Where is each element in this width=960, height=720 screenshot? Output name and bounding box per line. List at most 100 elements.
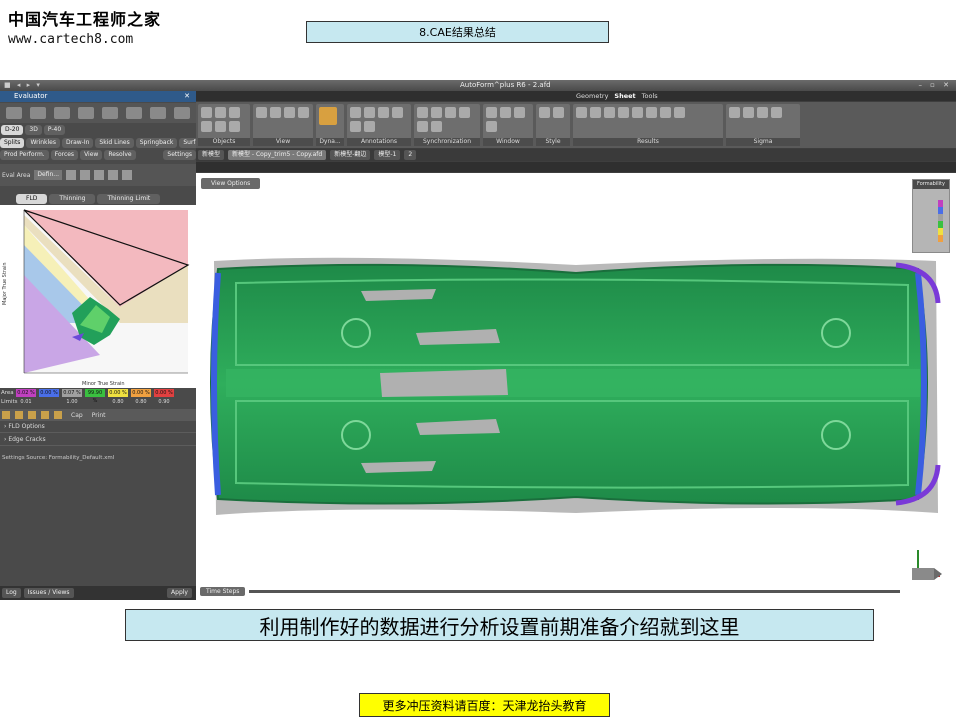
doc-tab[interactable]: 新模型-翻边: [330, 150, 371, 160]
fld-options-expander[interactable]: › FLD Options: [0, 421, 196, 433]
tool-icon[interactable]: [350, 121, 361, 132]
settings-button[interactable]: Settings: [163, 150, 196, 160]
tool-icon[interactable]: [445, 107, 456, 118]
tool-icon[interactable]: [771, 107, 782, 118]
tab-skid-lines[interactable]: Skid Lines: [95, 138, 134, 148]
tool-icon[interactable]: [431, 107, 442, 118]
3d-viewport[interactable]: View Options Formability Time Steps: [196, 173, 956, 600]
tab-prod-perform[interactable]: Prod Perform.: [0, 150, 49, 160]
time-steps-button[interactable]: Time Steps: [200, 586, 246, 596]
tool-icon[interactable]: [486, 107, 497, 118]
tool-icon[interactable]: [500, 107, 511, 118]
tab-draw-in[interactable]: Draw-In: [62, 138, 94, 148]
tab-tools[interactable]: Tools: [642, 92, 658, 100]
tab-forces[interactable]: Forces: [50, 150, 79, 160]
tool-icon[interactable]: [417, 107, 428, 118]
close-icon[interactable]: ✕: [184, 91, 190, 102]
tab-springback[interactable]: Springback: [135, 138, 178, 148]
tool-icon[interactable]: [646, 107, 657, 118]
tool-icon[interactable]: [54, 411, 62, 419]
cap-button[interactable]: Cap: [71, 412, 83, 419]
tool-icon[interactable]: [378, 107, 389, 118]
tab-p40[interactable]: P-40: [43, 125, 66, 135]
tab-fld[interactable]: FLD: [16, 194, 48, 204]
tool-icon[interactable]: [757, 107, 768, 118]
tool-icon[interactable]: [459, 107, 470, 118]
result-legend[interactable]: Formability: [912, 179, 950, 253]
tab-view[interactable]: View: [80, 150, 103, 160]
apply-button[interactable]: Apply: [167, 588, 192, 598]
tool-icon[interactable]: [284, 107, 295, 118]
tool-icon[interactable]: [392, 107, 403, 118]
dyna-icon[interactable]: [319, 107, 337, 125]
tool-icon[interactable]: [364, 107, 375, 118]
tool-icon[interactable]: [54, 107, 70, 119]
tool-icon[interactable]: [229, 107, 240, 118]
tab-geometry[interactable]: Geometry: [576, 92, 608, 100]
tool-icon[interactable]: [256, 107, 267, 118]
tool-icon[interactable]: [660, 107, 671, 118]
tool-icon[interactable]: [174, 107, 190, 119]
tool-icon[interactable]: [126, 107, 142, 119]
tool-icon[interactable]: [590, 107, 601, 118]
tab-wrinkles[interactable]: Wrinkles: [26, 138, 60, 148]
tool-icon[interactable]: [298, 107, 309, 118]
tool-icon[interactable]: [15, 411, 23, 419]
window-controls[interactable]: – ▫ ✕: [918, 81, 952, 89]
tool-icon[interactable]: [514, 107, 525, 118]
tool-icon[interactable]: [2, 411, 10, 419]
eval-icon[interactable]: [94, 170, 105, 180]
tool-icon[interactable]: [632, 107, 643, 118]
tool-icon[interactable]: [539, 107, 550, 118]
tool-icon[interactable]: [350, 107, 361, 118]
tool-icon[interactable]: [30, 107, 46, 119]
tool-icon[interactable]: [6, 107, 22, 119]
tool-icon[interactable]: [201, 107, 212, 118]
tool-icon[interactable]: [41, 411, 49, 419]
tool-icon[interactable]: [674, 107, 685, 118]
log-button[interactable]: Log: [2, 588, 21, 598]
doc-tab[interactable]: 新模型 - Copy_trim5 - Copy.afd: [228, 150, 327, 160]
doc-tab[interactable]: 新模型: [198, 150, 225, 160]
time-slider[interactable]: [249, 589, 900, 593]
tool-icon[interactable]: [576, 107, 587, 118]
tool-icon[interactable]: [417, 121, 428, 132]
tool-icon[interactable]: [431, 121, 442, 132]
eval-icon[interactable]: [66, 170, 77, 180]
tab-3d[interactable]: 3D: [25, 125, 42, 135]
legend-bar: [938, 200, 943, 242]
tool-icon[interactable]: [201, 121, 212, 132]
tool-icon[interactable]: [215, 107, 226, 118]
tab-splits[interactable]: Splits: [0, 138, 25, 148]
tab-sheet[interactable]: Sheet: [614, 92, 635, 100]
tab-d20[interactable]: D-20: [1, 125, 24, 135]
issues-views-button[interactable]: Issues / Views: [23, 588, 74, 598]
tool-icon[interactable]: [604, 107, 615, 118]
tool-icon[interactable]: [28, 411, 36, 419]
tool-icon[interactable]: [618, 107, 629, 118]
tool-icon[interactable]: [229, 121, 240, 132]
tool-icon[interactable]: [743, 107, 754, 118]
doc-tab[interactable]: 2: [404, 150, 417, 160]
edge-cracks-expander[interactable]: › Edge Cracks: [0, 434, 196, 446]
eval-icon[interactable]: [122, 170, 133, 180]
tool-icon[interactable]: [78, 107, 94, 119]
tool-icon[interactable]: [102, 107, 118, 119]
tool-icon[interactable]: [553, 107, 564, 118]
print-button[interactable]: Print: [92, 412, 106, 419]
tab-resolve[interactable]: Resolve: [104, 150, 136, 160]
tool-icon[interactable]: [270, 107, 281, 118]
eval-icon[interactable]: [80, 170, 91, 180]
eval-icon[interactable]: [108, 170, 119, 180]
tab-thinning-limit[interactable]: Thinning Limit: [97, 194, 161, 204]
tool-icon[interactable]: [364, 121, 375, 132]
eval-area-dropdown[interactable]: Defin...: [34, 170, 63, 180]
doc-tab[interactable]: 模型-1: [374, 150, 401, 160]
tool-icon[interactable]: [150, 107, 166, 119]
tab-thinning[interactable]: Thinning: [49, 194, 96, 204]
quick-access-toolbar[interactable]: ■ ◂ ▸ ▾: [4, 81, 42, 89]
stat-cell: 0.07 %: [62, 388, 82, 397]
tool-icon[interactable]: [486, 121, 497, 132]
tool-icon[interactable]: [215, 121, 226, 132]
tool-icon[interactable]: [729, 107, 740, 118]
